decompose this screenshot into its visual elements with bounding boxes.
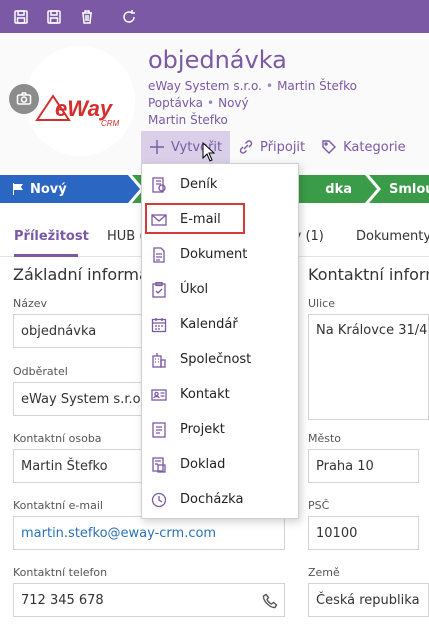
tab-opportunity[interactable]: Příležitost xyxy=(14,229,89,244)
email-highlight-box xyxy=(145,203,245,234)
menu-item-task[interactable]: Úkol xyxy=(142,275,298,305)
delete-icon[interactable] xyxy=(76,6,98,28)
tab-hub[interactable]: HUB ( xyxy=(107,229,144,244)
menu-item-project[interactable]: Projekt xyxy=(142,415,298,445)
contact-card-icon xyxy=(151,387,167,403)
refresh-icon[interactable] xyxy=(118,6,140,28)
country-label: Země xyxy=(308,566,340,579)
attach-button[interactable]: Připojit xyxy=(230,131,313,163)
logo-subtext: CRM xyxy=(101,119,120,128)
street-label: Ulice xyxy=(308,297,335,310)
street-field[interactable]: Na Královce 31/4 xyxy=(308,314,429,420)
name-label: Název xyxy=(13,297,48,310)
page-title: objednávka xyxy=(148,46,287,74)
project-icon xyxy=(151,422,167,438)
type-value: Poptávka xyxy=(148,96,204,110)
phone-value: 712 345 678 xyxy=(21,592,104,608)
header-meta-line2: Poptávka • Nový xyxy=(148,96,249,110)
menu-item-journal[interactable]: Deník xyxy=(142,170,298,200)
phone-label: Kontaktní telefon xyxy=(13,566,108,579)
city-label: Město xyxy=(308,432,342,445)
action-bar: Vytvořit Připojit Kategorie xyxy=(141,131,414,163)
save-icon[interactable] xyxy=(10,6,32,28)
email-label: Kontaktní e-mail xyxy=(13,499,103,512)
contact-info-title: Kontaktní inform xyxy=(308,265,429,284)
menu-item-attendance[interactable]: Docházka xyxy=(142,485,298,515)
category-button[interactable]: Kategorie xyxy=(313,131,414,163)
tag-icon xyxy=(322,140,337,154)
save-close-icon[interactable] xyxy=(43,6,65,28)
menu-item-company[interactable]: Společnost xyxy=(142,345,298,375)
clock-icon xyxy=(151,492,167,508)
zip-label: PSČ xyxy=(308,499,330,512)
basic-info-title: Základní informa xyxy=(13,265,149,284)
menu-item-calendar[interactable]: Kalendář xyxy=(142,310,298,340)
camera-icon[interactable] xyxy=(9,84,39,114)
logo-text: eWay xyxy=(55,96,114,121)
calendar-icon xyxy=(151,317,167,333)
tab-documents[interactable]: Dokumenty xyxy=(356,229,429,244)
building-icon xyxy=(151,352,167,368)
state-value: Nový xyxy=(218,96,249,110)
customer-label: Odběratel xyxy=(13,365,68,378)
flag-icon xyxy=(13,183,23,195)
header-meta-line1: eWay System s.r.o. • Martin Štefko xyxy=(148,79,357,93)
menu-item-document[interactable]: Dokument xyxy=(142,240,298,270)
pipeline-step-contract[interactable]: Smlouv xyxy=(369,175,429,203)
mouse-cursor-icon xyxy=(202,142,216,162)
active-tab-indicator xyxy=(14,254,78,257)
create-button[interactable]: Vytvořit xyxy=(141,131,231,163)
menu-item-invoice[interactable]: Doklad xyxy=(142,450,298,480)
contact-person-label: Kontaktní osoba xyxy=(13,432,102,445)
phone-field[interactable]: 712 345 678 xyxy=(13,583,285,617)
phone-icon[interactable] xyxy=(262,593,278,609)
plus-icon xyxy=(150,140,164,154)
owner-link[interactable]: Martin Štefko xyxy=(277,79,357,93)
invoice-icon xyxy=(151,457,167,473)
menu-item-contact[interactable]: Kontakt xyxy=(142,380,298,410)
task-icon xyxy=(151,281,167,298)
company-link[interactable]: eWay System s.r.o. xyxy=(148,79,262,93)
country-field[interactable]: Česká republika xyxy=(308,583,429,617)
supervisor-link[interactable]: Martin Štefko xyxy=(148,113,228,127)
document-icon xyxy=(151,247,167,263)
city-field[interactable]: Praha 10 xyxy=(308,449,419,483)
top-toolbar xyxy=(0,0,429,33)
email-field[interactable]: martin.stefko@eway-crm.com xyxy=(13,516,285,550)
journal-icon xyxy=(151,177,167,193)
zip-field[interactable]: 10100 xyxy=(308,516,419,550)
link-icon xyxy=(239,140,253,154)
eway-logo: eWay CRM xyxy=(35,94,120,128)
pipeline-step-new[interactable]: Nový xyxy=(0,175,140,203)
